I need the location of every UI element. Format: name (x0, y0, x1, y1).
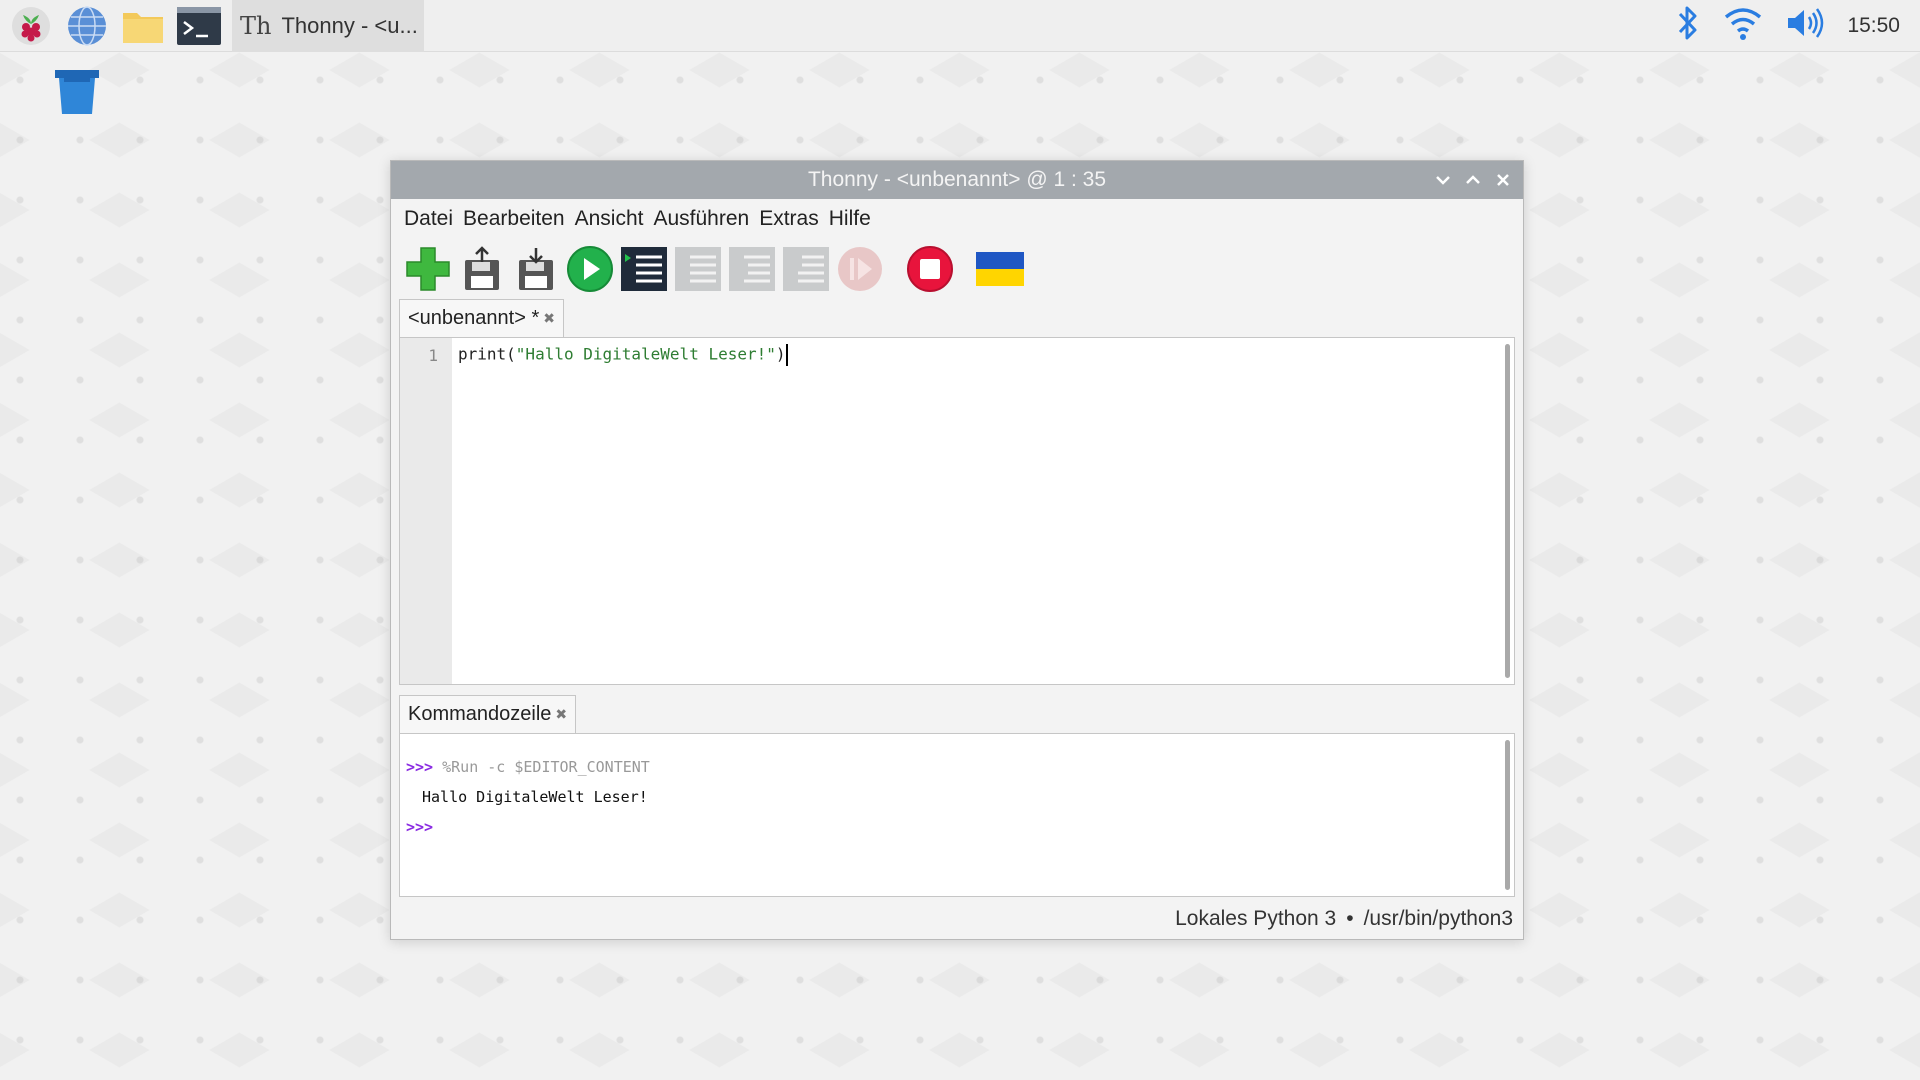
shell-prompt: >>> (406, 818, 434, 836)
web-browser-icon[interactable] (62, 1, 112, 51)
volume-icon[interactable] (1785, 6, 1825, 45)
new-file-icon[interactable] (403, 244, 453, 294)
toolbar (391, 239, 1523, 299)
window-titlebar[interactable]: Thonny - <unbenannt> @ 1 : 35 (391, 161, 1523, 199)
code-paren: ) (775, 344, 786, 364)
shell-prompt: >>> (406, 758, 434, 776)
thonny-window: Thonny - <unbenannt> @ 1 : 35 Datei Bear… (390, 160, 1524, 940)
menu-datei[interactable]: Datei (399, 207, 458, 231)
menu-extras[interactable]: Extras (754, 207, 824, 231)
debug-icon[interactable] (619, 244, 669, 294)
ukraine-flag-icon[interactable] (975, 244, 1025, 294)
menu-ansicht[interactable]: Ansicht (570, 207, 649, 231)
shell-tabstrip: Kommandozeile ✖ (399, 693, 1523, 733)
shell-command-line: >>> %Run -c $EDITOR_CONTENT (406, 752, 1514, 782)
close-icon[interactable] (1493, 170, 1513, 190)
taskbar-task-thonny[interactable]: Th Thonny - <u... (232, 0, 424, 52)
shell-tab[interactable]: Kommandozeile ✖ (399, 695, 577, 733)
statusbar: Lokales Python 3 • /usr/bin/python3 (391, 899, 1523, 939)
raspberry-menu-icon[interactable] (6, 1, 56, 51)
menu-bearbeiten[interactable]: Bearbeiten (458, 207, 570, 231)
text-cursor (785, 344, 788, 366)
step-out-icon[interactable] (781, 244, 831, 294)
menu-hilfe[interactable]: Hilfe (824, 207, 876, 231)
editor-tab-label: <unbenannt> * (408, 307, 540, 329)
line-number: 1 (428, 346, 438, 365)
menubar: Datei Bearbeiten Ansicht Ausführen Extra… (391, 199, 1523, 239)
thonny-app-icon: Th (240, 11, 272, 40)
task-title: Thonny - <u... (281, 12, 418, 38)
code-function: print( (458, 344, 516, 364)
shell-tab-label: Kommandozeile (408, 703, 552, 725)
save-file-icon[interactable] (511, 244, 561, 294)
code-area[interactable]: print("Hallo DigitaleWelt Leser!") (452, 338, 1514, 684)
tab-close-icon[interactable]: ✖ (555, 706, 567, 723)
shell-console[interactable]: >>> %Run -c $EDITOR_CONTENT Hallo Digita… (399, 733, 1515, 897)
interpreter-label[interactable]: Lokales Python 3 (1175, 907, 1336, 931)
interpreter-path[interactable]: /usr/bin/python3 (1364, 907, 1513, 931)
stop-icon[interactable] (905, 244, 955, 294)
run-icon[interactable] (565, 244, 615, 294)
code-editor[interactable]: 1 print("Hallo DigitaleWelt Leser!") (399, 337, 1515, 685)
shell-output: Hallo DigitaleWelt Leser! (422, 788, 648, 806)
minimize-icon[interactable] (1433, 170, 1453, 190)
shell-input-line[interactable]: >>> (406, 812, 1514, 842)
line-number-gutter: 1 (400, 338, 452, 684)
load-file-icon[interactable] (457, 244, 507, 294)
window-title: Thonny - <unbenannt> @ 1 : 35 (807, 168, 1107, 191)
wifi-icon[interactable] (1723, 5, 1763, 46)
status-separator: • (1346, 907, 1354, 930)
taskbar: Th Thonny - <u... 15:50 (0, 0, 1920, 52)
trash-icon[interactable] (50, 66, 104, 136)
menu-ausfuehren[interactable]: Ausführen (648, 207, 754, 231)
step-into-icon[interactable] (727, 244, 777, 294)
resume-icon[interactable] (835, 244, 885, 294)
editor-tab[interactable]: <unbenannt> * ✖ (399, 299, 564, 337)
tab-close-icon[interactable]: ✖ (543, 310, 555, 327)
step-over-icon[interactable] (673, 244, 723, 294)
editor-tabstrip: <unbenannt> * ✖ (399, 299, 1523, 337)
file-manager-icon[interactable] (118, 1, 168, 51)
shell-scrollbar[interactable] (1505, 740, 1510, 890)
maximize-icon[interactable] (1463, 170, 1483, 190)
system-tray: 15:50 (1675, 4, 1920, 47)
window-controls (1433, 161, 1513, 199)
clock[interactable]: 15:50 (1847, 14, 1900, 38)
editor-scrollbar[interactable] (1505, 344, 1510, 678)
code-string: "Hallo DigitaleWelt Leser!" (515, 344, 776, 364)
terminal-icon[interactable] (174, 1, 224, 51)
bluetooth-icon[interactable] (1675, 4, 1701, 47)
shell-command: %Run -c $EDITOR_CONTENT (442, 758, 650, 776)
